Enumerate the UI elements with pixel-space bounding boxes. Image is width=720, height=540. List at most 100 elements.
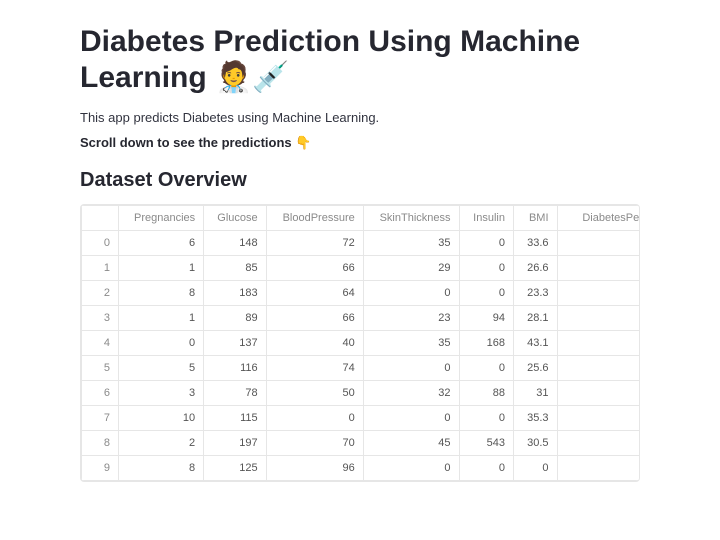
table-cell: 0 <box>459 356 513 381</box>
table-cell: 2.288 <box>557 331 640 356</box>
table-cell: 0 <box>459 406 513 431</box>
table-cell: 35.3 <box>513 406 557 431</box>
table-cell: 10 <box>119 406 204 431</box>
row-index: 8 <box>82 431 119 456</box>
table-cell: 70 <box>266 431 363 456</box>
table-cell: 0.134 <box>557 406 640 431</box>
dataset-table-container[interactable]: Pregnancies Glucose BloodPressure SkinTh… <box>80 204 640 482</box>
table-cell: 125 <box>204 456 266 481</box>
row-index: 3 <box>82 306 119 331</box>
row-index: 4 <box>82 331 119 356</box>
table-cell: 31 <box>513 381 557 406</box>
table-row[interactable]: 28183640023.30.672 <box>82 281 641 306</box>
table-cell: 6 <box>119 231 204 256</box>
table-cell: 0.167 <box>557 306 640 331</box>
table-row[interactable]: 11856629026.60.351 <box>82 256 641 281</box>
table-row[interactable]: 061487235033.60.627 <box>82 231 641 256</box>
table-cell: 148 <box>204 231 266 256</box>
table-cell: 1 <box>119 306 204 331</box>
dataset-table: Pregnancies Glucose BloodPressure SkinTh… <box>81 205 640 481</box>
table-cell: 35 <box>363 231 459 256</box>
table-row[interactable]: 71011500035.30.134 <box>82 406 641 431</box>
table-cell: 168 <box>459 331 513 356</box>
table-cell: 0 <box>459 456 513 481</box>
table-cell: 26.6 <box>513 256 557 281</box>
table-cell: 0.627 <box>557 231 640 256</box>
table-cell: 35 <box>363 331 459 356</box>
table-row[interactable]: 98125960000.232 <box>82 456 641 481</box>
table-cell: 45 <box>363 431 459 456</box>
table-cell: 28.1 <box>513 306 557 331</box>
table-cell: 72 <box>266 231 363 256</box>
table-cell: 0.248 <box>557 381 640 406</box>
table-cell: 66 <box>266 306 363 331</box>
column-header-diabetespedigree[interactable]: DiabetesPedigreeFunction <box>557 206 640 231</box>
table-cell: 0 <box>459 231 513 256</box>
table-cell: 25.6 <box>513 356 557 381</box>
table-cell: 1 <box>119 256 204 281</box>
table-cell: 0.232 <box>557 456 640 481</box>
table-cell: 543 <box>459 431 513 456</box>
table-cell: 0 <box>363 356 459 381</box>
table-cell: 64 <box>266 281 363 306</box>
table-body: 061487235033.60.62711856629026.60.351281… <box>82 231 641 481</box>
row-index: 6 <box>82 381 119 406</box>
table-cell: 0 <box>363 406 459 431</box>
table-cell: 74 <box>266 356 363 381</box>
row-index: 2 <box>82 281 119 306</box>
column-header-bmi[interactable]: BMI <box>513 206 557 231</box>
table-row[interactable]: 6378503288310.248 <box>82 381 641 406</box>
table-cell: 8 <box>119 456 204 481</box>
row-index: 9 <box>82 456 119 481</box>
table-cell: 115 <box>204 406 266 431</box>
row-index: 5 <box>82 356 119 381</box>
column-header-glucose[interactable]: Glucose <box>204 206 266 231</box>
table-row[interactable]: 318966239428.10.167 <box>82 306 641 331</box>
row-index: 0 <box>82 231 119 256</box>
table-cell: 0.672 <box>557 281 640 306</box>
table-header-row: Pregnancies Glucose BloodPressure SkinTh… <box>82 206 641 231</box>
table-cell: 0.351 <box>557 256 640 281</box>
table-cell: 50 <box>266 381 363 406</box>
column-header-bloodpressure[interactable]: BloodPressure <box>266 206 363 231</box>
table-cell: 30.5 <box>513 431 557 456</box>
table-cell: 0.158 <box>557 431 640 456</box>
table-cell: 96 <box>266 456 363 481</box>
table-cell: 40 <box>266 331 363 356</box>
table-cell: 183 <box>204 281 266 306</box>
table-cell: 0 <box>363 281 459 306</box>
table-cell: 0 <box>119 331 204 356</box>
table-cell: 3 <box>119 381 204 406</box>
table-cell: 89 <box>204 306 266 331</box>
column-header-index[interactable] <box>82 206 119 231</box>
table-cell: 94 <box>459 306 513 331</box>
row-index: 1 <box>82 256 119 281</box>
table-cell: 0.201 <box>557 356 640 381</box>
table-row[interactable]: 82197704554330.50.158 <box>82 431 641 456</box>
table-cell: 0 <box>459 256 513 281</box>
page-title: Diabetes Prediction Using Machine Learni… <box>80 24 640 96</box>
table-row[interactable]: 40137403516843.12.288 <box>82 331 641 356</box>
table-cell: 78 <box>204 381 266 406</box>
column-header-pregnancies[interactable]: Pregnancies <box>119 206 204 231</box>
table-row[interactable]: 55116740025.60.201 <box>82 356 641 381</box>
table-cell: 0 <box>363 456 459 481</box>
column-header-skinthickness[interactable]: SkinThickness <box>363 206 459 231</box>
table-cell: 43.1 <box>513 331 557 356</box>
table-cell: 23.3 <box>513 281 557 306</box>
table-cell: 33.6 <box>513 231 557 256</box>
table-cell: 0 <box>459 281 513 306</box>
table-cell: 23 <box>363 306 459 331</box>
table-cell: 2 <box>119 431 204 456</box>
table-cell: 32 <box>363 381 459 406</box>
table-cell: 8 <box>119 281 204 306</box>
column-header-insulin[interactable]: Insulin <box>459 206 513 231</box>
table-cell: 197 <box>204 431 266 456</box>
table-cell: 29 <box>363 256 459 281</box>
table-cell: 66 <box>266 256 363 281</box>
table-cell: 137 <box>204 331 266 356</box>
table-cell: 85 <box>204 256 266 281</box>
table-cell: 116 <box>204 356 266 381</box>
table-cell: 0 <box>513 456 557 481</box>
row-index: 7 <box>82 406 119 431</box>
